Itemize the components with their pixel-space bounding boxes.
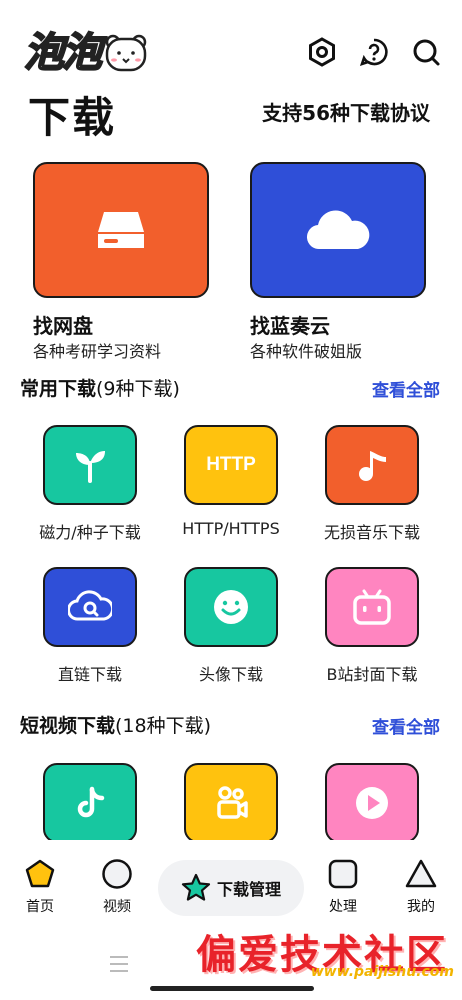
header-actions: [306, 36, 442, 68]
cloud-search-icon: [68, 590, 112, 621]
video-play-button[interactable]: [325, 763, 419, 843]
home-indicator[interactable]: [150, 986, 314, 991]
watermark-url: www.paijishu.com: [310, 964, 454, 980]
nav-process-label: 处理: [329, 899, 357, 915]
sprout-icon: [76, 451, 105, 483]
square-icon: [328, 859, 358, 889]
nav-mine-label: 我的: [407, 899, 435, 915]
avatar-download-label: 头像下载: [198, 665, 263, 684]
kuaishou-icon: [217, 786, 248, 819]
common-section-count: (9种下载): [96, 378, 180, 400]
play-icon: [356, 787, 388, 819]
settings-hex-icon[interactable]: [306, 36, 338, 68]
http-download-button[interactable]: HTTP: [184, 425, 278, 505]
bilibili-cover-button[interactable]: [325, 567, 419, 647]
tiktok-icon: [77, 786, 105, 818]
netdisk-subtitle: 各种考研学习资料: [33, 342, 162, 361]
http-icon: HTTP: [206, 454, 256, 475]
magnet-download-button[interactable]: [43, 425, 137, 505]
common-see-all-link[interactable]: 查看全部: [372, 376, 440, 401]
nav-video-label: 视频: [103, 899, 131, 915]
bilibili-cover-label: B站封面下载: [326, 665, 418, 684]
circle-icon: [102, 859, 132, 889]
music-note-icon: [359, 451, 386, 481]
lossless-music-button[interactable]: [325, 425, 419, 505]
kuaishou-download-button[interactable]: [184, 763, 278, 843]
video-section-count: (18种下载): [115, 715, 212, 737]
download-manager-label: 下载管理: [216, 880, 281, 899]
video-section-title: 短视频下载(18种下载): [20, 711, 211, 738]
direct-link-button[interactable]: [43, 567, 137, 647]
home-pentagon-icon: [25, 859, 55, 888]
cloud-icon: [306, 210, 370, 250]
smiley-icon: [214, 590, 248, 624]
magnet-download-label: 磁力/种子下载: [39, 523, 141, 542]
nav-home[interactable]: 首页: [10, 858, 70, 916]
lossless-music-label: 无损音乐下载: [323, 523, 420, 542]
bear-icon: [105, 34, 147, 72]
video-see-all-link[interactable]: 查看全部: [372, 713, 440, 738]
app-logo-text: 泡泡: [23, 29, 103, 77]
avatar-download-button[interactable]: [184, 567, 278, 647]
tiktok-download-button[interactable]: [43, 763, 137, 843]
search-icon[interactable]: [410, 36, 442, 68]
common-section-label: 常用下载: [20, 378, 97, 400]
lanzou-subtitle: 各种软件破姐版: [250, 342, 363, 361]
lanzou-card[interactable]: [250, 162, 426, 298]
netdisk-title: 找网盘: [33, 314, 93, 338]
drive-icon: [98, 212, 144, 248]
protocol-info: 支持56种下载协议: [262, 101, 430, 125]
star-icon: [181, 873, 211, 901]
help-icon[interactable]: [358, 36, 390, 68]
nav-mine[interactable]: 我的: [391, 858, 451, 916]
video-section-label: 短视频下载: [20, 715, 116, 737]
lanzou-title: 找蓝奏云: [250, 314, 330, 338]
netdisk-card[interactable]: [33, 162, 209, 298]
common-section-title: 常用下载(9种下载): [20, 374, 180, 401]
nav-video[interactable]: 视频: [87, 858, 147, 916]
direct-link-label: 直链下载: [57, 665, 122, 684]
triangle-icon: [405, 859, 437, 888]
download-manager-button[interactable]: 下载管理: [158, 860, 304, 916]
page-title: 下载: [28, 93, 117, 142]
nav-process[interactable]: 处理: [313, 858, 373, 916]
http-download-label: HTTP/HTTPS: [182, 519, 280, 538]
bilibili-icon: [353, 589, 391, 625]
menu-icon[interactable]: [108, 954, 130, 974]
nav-home-label: 首页: [26, 899, 54, 915]
app-logo: 泡泡: [23, 29, 148, 77]
